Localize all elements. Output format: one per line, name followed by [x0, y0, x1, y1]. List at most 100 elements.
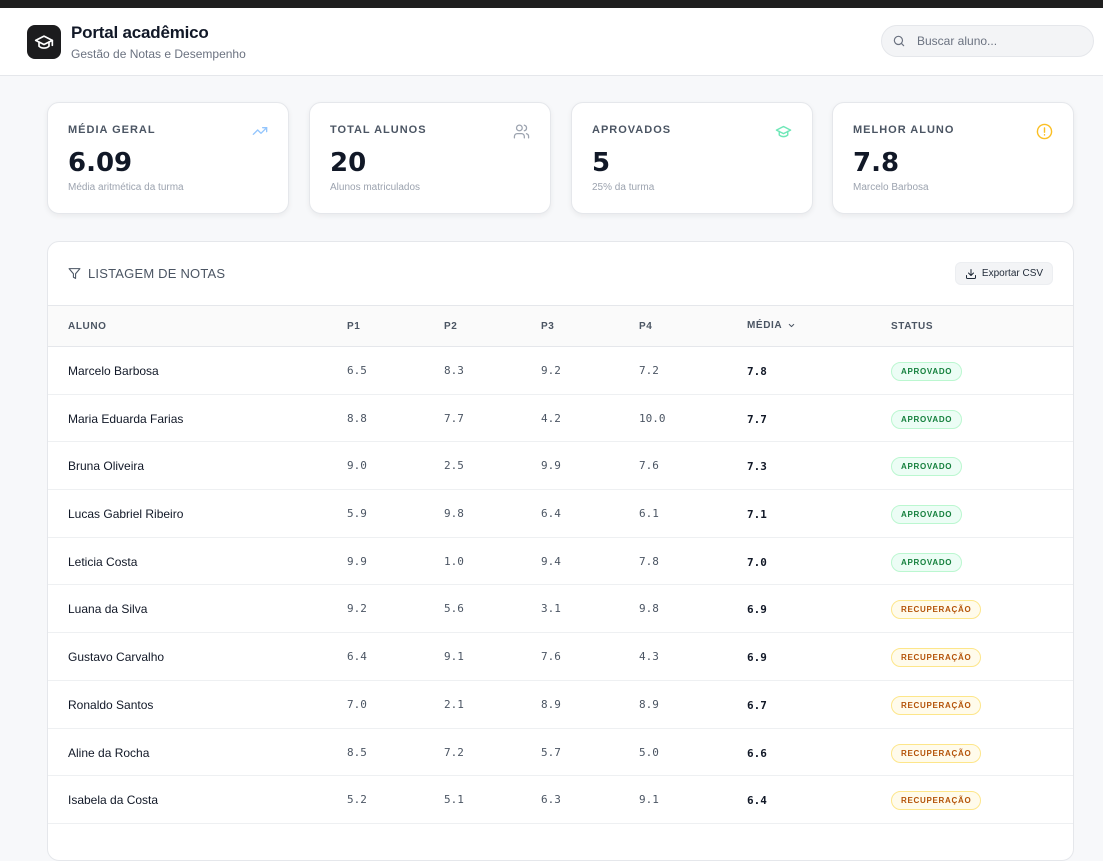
card-description: Marcelo Barbosa: [853, 182, 929, 193]
grade-p2: 9.8: [444, 507, 464, 521]
export-csv-button[interactable]: Exportar CSV: [955, 262, 1053, 285]
table-row[interactable]: Marcelo Barbosa 6.5 8.3 9.2 7.2 7.8 APROVADO: [48, 347, 1073, 395]
grade-average: 7.1: [747, 508, 767, 522]
grade-p3: 8.9: [541, 697, 561, 711]
status-badge: RECUPERAÇÃO: [891, 600, 982, 620]
status-badge: APROVADO: [891, 409, 963, 429]
grade-p4: 9.8: [639, 602, 659, 616]
graduation-cap-icon: [34, 35, 54, 49]
grade-p1: 9.9: [347, 554, 367, 568]
grade-p4: 7.2: [639, 364, 659, 377]
grade-p2: 5.6: [444, 602, 464, 616]
users-icon: [513, 124, 530, 139]
grade-p3: 7.6: [541, 650, 561, 664]
grade-p3: 9.2: [541, 364, 561, 377]
table-row[interactable]: Bruna Oliveira 9.0 2.5 9.9 7.6 7.3 APROVADO: [48, 442, 1073, 491]
grade-average: 7.7: [747, 412, 767, 426]
student-name: Aline da Rocha: [68, 745, 150, 760]
grade-average: 6.9: [747, 603, 767, 617]
grade-p2: 7.2: [444, 745, 464, 759]
grade-p1: 5.9: [347, 507, 367, 521]
card-label: TOTAL ALUNOS: [330, 124, 427, 136]
column-header-media[interactable]: MÉDIA: [747, 320, 796, 331]
card-aprovados: APROVADOS 5 25% da turma: [571, 102, 813, 214]
app-title: Portal acadêmico: [71, 23, 209, 42]
table-row[interactable]: Aline da Rocha 8.5 7.2 5.7 5.0 6.6 RECUPERAÇÃO: [48, 729, 1073, 777]
status-badge: APROVADO: [891, 362, 963, 381]
grade-average: 6.6: [747, 746, 767, 760]
card-melhor-aluno: MELHOR ALUNO 7.8 Marcelo Barbosa: [832, 102, 1074, 214]
column-header-p1[interactable]: P1: [347, 321, 360, 332]
table-row[interactable]: Ronaldo Santos 7.0 2.1 8.9 8.9 6.7 RECUPERAÇÃO: [48, 681, 1073, 729]
grade-p3: 5.7: [541, 745, 561, 759]
card-total-alunos: TOTAL ALUNOS 20 Alunos matriculados: [309, 102, 551, 214]
trending-up-icon: [252, 127, 268, 135]
table-header: ALUNO P1 P2 P3 P4 MÉDIA STATUS: [48, 305, 1073, 347]
grade-p1: 9.0: [347, 459, 367, 473]
student-name: Isabela da Costa: [68, 793, 159, 808]
student-name: Ronaldo Santos: [68, 697, 154, 712]
grade-p1: 6.4: [347, 650, 367, 664]
grade-p1: 9.2: [347, 602, 367, 616]
grade-p4: 5.0: [639, 745, 659, 759]
grade-p2: 5.1: [444, 793, 464, 807]
grade-p1: 7.0: [347, 697, 367, 711]
table-row[interactable]: Lucas Gabriel Ribeiro 5.9 9.8 6.4 6.1 7.1 APRO…: [48, 490, 1073, 538]
export-csv-label: Exportar CSV: [981, 268, 1044, 279]
grade-p4: 10.0: [639, 411, 666, 425]
grade-p4: 6.1: [639, 507, 659, 521]
table-row[interactable]: Gustavo Carvalho 6.4 9.1 7.6 4.3 6.9 RECUPERAÇ…: [48, 633, 1073, 681]
status-badge: APROVADO: [891, 457, 963, 477]
card-label: APROVADOS: [592, 124, 672, 136]
column-header-status[interactable]: STATUS: [891, 321, 933, 332]
column-header-p2[interactable]: P2: [444, 321, 457, 332]
grade-p4: 4.3: [639, 650, 659, 664]
grade-p3: 9.9: [541, 459, 561, 473]
app-logo: [27, 25, 61, 59]
search-box[interactable]: [881, 25, 1094, 57]
table-row[interactable]: Maria Eduarda Farias 8.8 7.7 4.2 10.0 7.7 APRO…: [48, 395, 1073, 443]
status-badge: RECUPERAÇÃO: [891, 743, 982, 763]
app-header: Portal acadêmico Gestão de Notas e Desem…: [0, 8, 1103, 76]
grade-p1: 8.5: [347, 745, 367, 759]
chevron-down-icon: [789, 323, 795, 328]
column-header-p4[interactable]: P4: [639, 321, 652, 332]
window-top-strip: [0, 0, 1103, 8]
card-label: MÉDIA GERAL: [68, 124, 156, 136]
student-name: Luana da Silva: [68, 602, 148, 617]
card-value: 7.8: [853, 148, 900, 178]
card-description: 25% da turma: [592, 182, 655, 193]
grade-p4: 8.9: [639, 697, 659, 711]
student-name: Maria Eduarda Farias: [68, 411, 184, 426]
grade-p1: 8.8: [347, 411, 367, 425]
app-subtitle: Gestão de Notas e Desempenho: [71, 47, 246, 61]
grade-p2: 2.1: [444, 697, 464, 711]
grade-average: 7.0: [747, 555, 767, 569]
download-icon: [965, 268, 976, 279]
status-badge: APROVADO: [891, 505, 963, 525]
column-header-media-label: MÉDIA: [747, 320, 783, 331]
card-value: 6.09: [68, 148, 133, 178]
grade-p3: 3.1: [541, 602, 561, 616]
status-badge: RECUPERAÇÃO: [891, 648, 982, 668]
grade-average: 7.8: [747, 365, 767, 378]
status-badge: APROVADO: [891, 552, 963, 572]
graduation-cap-icon: [775, 125, 792, 138]
search-icon: [893, 35, 905, 47]
card-description: Alunos matriculados: [330, 182, 421, 193]
grade-average: 6.7: [747, 698, 767, 712]
student-name: Gustavo Carvalho: [68, 650, 165, 665]
grade-p3: 6.3: [541, 793, 561, 807]
filter-icon: [68, 268, 81, 279]
table-row[interactable]: Luana da Silva 9.2 5.6 3.1 9.8 6.9 RECUPERAÇÃO: [48, 585, 1073, 634]
card-value: 5: [592, 148, 611, 178]
search-input[interactable]: [915, 26, 1085, 56]
table-row[interactable]: Isabela da Costa 5.2 5.1 6.3 9.1 6.4 RECUPERAÇ…: [48, 776, 1073, 824]
table-row[interactable]: Leticia Costa 9.9 1.0 9.4 7.8 7.0 APROVADO: [48, 538, 1073, 586]
grades-panel: LISTAGEM DE NOTAS Exportar CSV ALUNO P1 …: [47, 241, 1074, 861]
column-header-aluno[interactable]: ALUNO: [68, 321, 107, 332]
grade-p2: 9.1: [444, 650, 464, 664]
status-badge: RECUPERAÇÃO: [891, 791, 982, 811]
column-header-p3[interactable]: P3: [541, 321, 554, 332]
alert-circle-icon: [1036, 123, 1053, 140]
